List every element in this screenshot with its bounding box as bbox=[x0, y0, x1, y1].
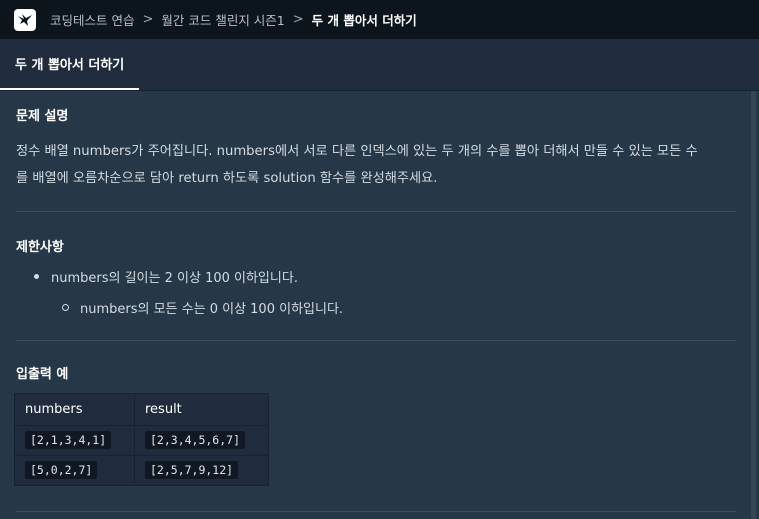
table-row: [2,1,3,4,1] [2,3,4,5,6,7] bbox=[14, 425, 269, 456]
section-divider bbox=[16, 211, 736, 212]
problem-description-heading: 문제 설명 bbox=[16, 109, 69, 124]
constraint-subitem: numbers의 모든 수는 0 이상 100 이하입니다. bbox=[62, 298, 343, 317]
constraint-text: numbers의 모든 수는 0 이상 100 이하입니다. bbox=[80, 302, 344, 317]
result-value: [2,3,4,5,6,7] bbox=[145, 431, 246, 449]
tab-bar: 두 개 뽑아서 더하기 bbox=[0, 39, 759, 91]
top-navigation-bar: 코딩테스트 연습 > 월간 코드 챌린지 시즌1 > 두 개 뽑아서 더하기 bbox=[0, 0, 759, 39]
circle-bullet-icon bbox=[62, 304, 69, 311]
table-cell: [5,0,2,7] bbox=[14, 455, 135, 486]
constraint-text: numbers의 길이는 2 이상 100 이하입니다. bbox=[51, 271, 298, 286]
problem-content: 문제 설명 정수 배열 numbers가 주어집니다. numbers에서 서로… bbox=[0, 91, 750, 519]
tab-problem[interactable]: 두 개 뽑아서 더하기 bbox=[0, 39, 140, 90]
bullet-icon bbox=[34, 274, 39, 279]
chevron-right-icon: > bbox=[292, 12, 304, 27]
section-divider bbox=[16, 340, 736, 341]
breadcrumb-current: 두 개 뽑아서 더하기 bbox=[311, 13, 417, 28]
problem-description-line-1: 정수 배열 numbers가 주어집니다. numbers에서 서로 다른 인덱… bbox=[16, 144, 698, 159]
section-divider bbox=[16, 511, 736, 512]
numbers-value: [2,1,3,4,1] bbox=[25, 431, 112, 449]
constraint-item: numbers의 길이는 2 이상 100 이하입니다. bbox=[34, 267, 298, 286]
examples-table: numbers result [2,1,3,4,1] [2,3,4,5,6,7]… bbox=[14, 393, 269, 486]
vertical-scrollbar[interactable] bbox=[750, 91, 759, 519]
table-header-row: numbers result bbox=[14, 393, 269, 426]
table-cell: [2,3,4,5,6,7] bbox=[134, 425, 269, 456]
constraints-heading: 제한사항 bbox=[16, 240, 64, 255]
programmers-logo-icon[interactable] bbox=[14, 8, 36, 31]
column-header-numbers: numbers bbox=[14, 393, 135, 426]
table-cell: [2,1,3,4,1] bbox=[14, 425, 135, 456]
column-header-result: result bbox=[134, 393, 269, 426]
problem-description-line-2: 를 배열에 오름차순으로 담아 return 하도록 solution 함수를 … bbox=[16, 171, 438, 186]
examples-heading: 입출력 예 bbox=[16, 367, 69, 382]
table-row: [5,0,2,7] [2,5,7,9,12] bbox=[14, 455, 269, 486]
chevron-right-icon: > bbox=[142, 12, 154, 27]
table-cell: [2,5,7,9,12] bbox=[134, 455, 269, 486]
breadcrumb-item-monthly-challenge[interactable]: 월간 코드 챌린지 시즌1 bbox=[161, 10, 284, 29]
result-value: [2,5,7,9,12] bbox=[145, 461, 239, 479]
scrollbar-thumb[interactable] bbox=[751, 91, 756, 519]
breadcrumb-item-coding-test[interactable]: 코딩테스트 연습 bbox=[50, 10, 134, 29]
numbers-value: [5,0,2,7] bbox=[25, 461, 98, 479]
